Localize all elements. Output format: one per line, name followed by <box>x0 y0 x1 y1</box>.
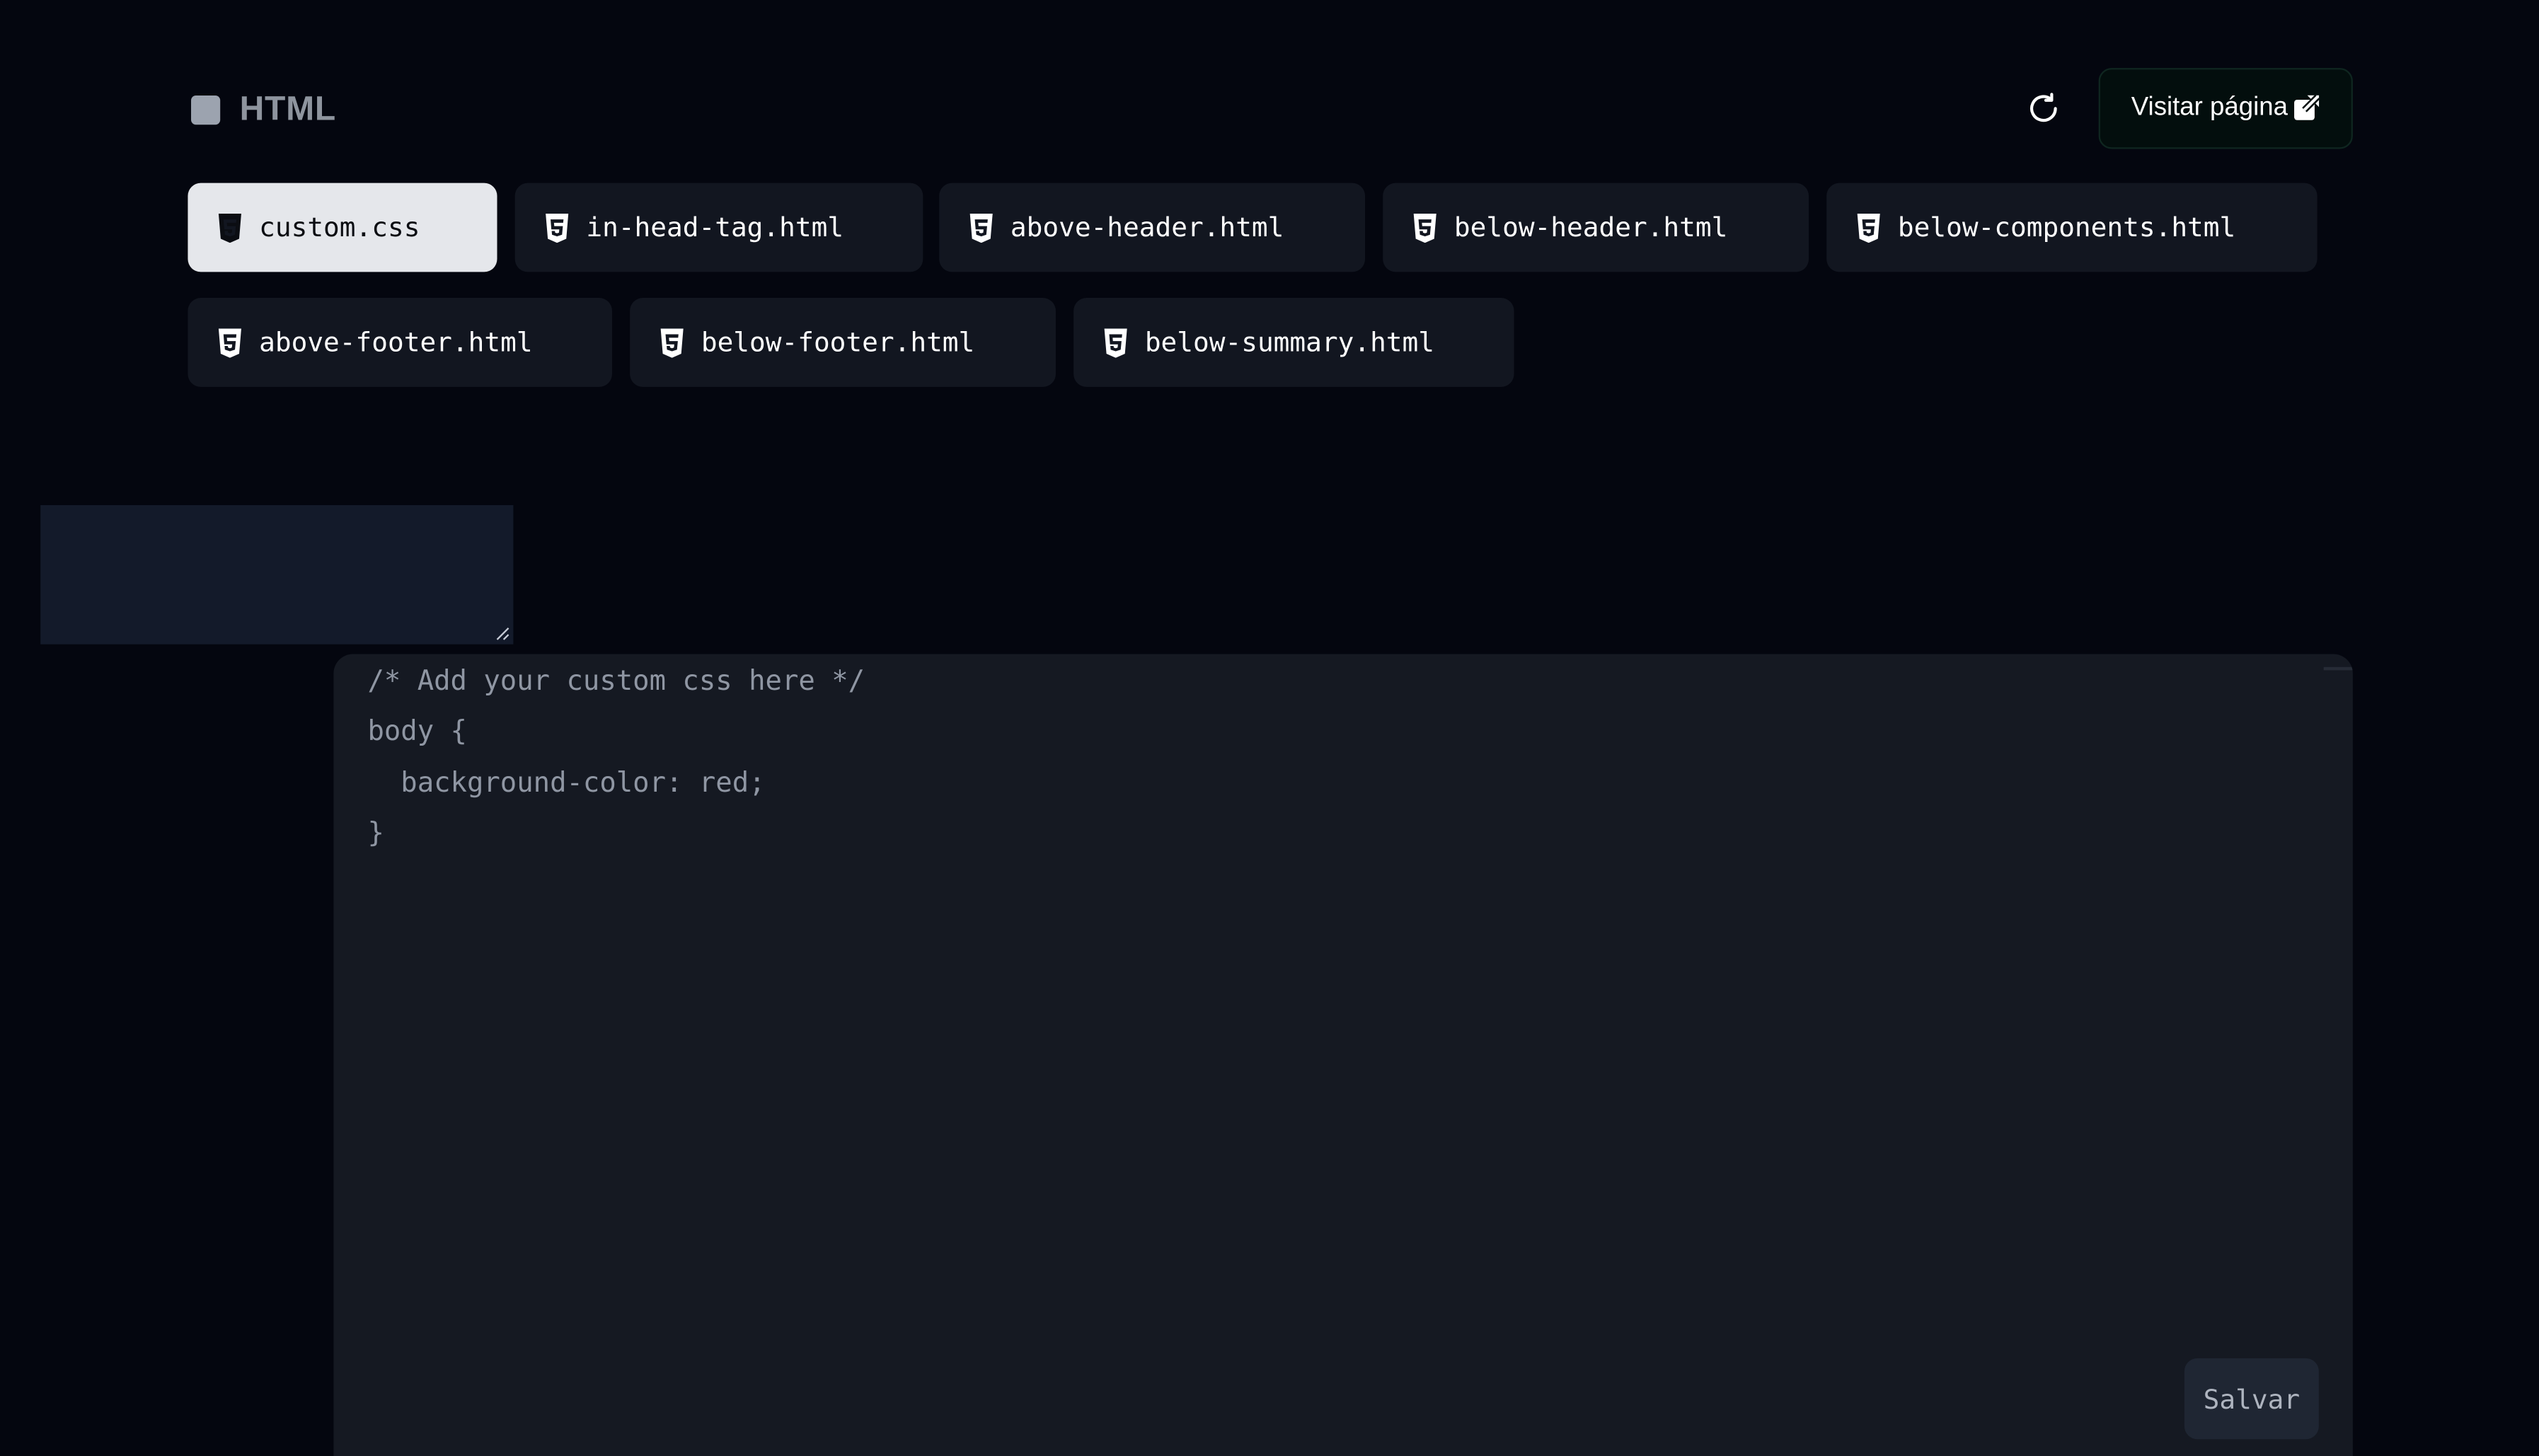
html5-icon <box>217 328 243 357</box>
tab-label: custom.css <box>259 212 420 243</box>
tab-label: below-header.html <box>1453 212 1728 243</box>
file-tabs: custom.css in-head-tag.html above-header… <box>188 183 2357 387</box>
tab-custom-css[interactable]: custom.css <box>188 183 497 272</box>
tab-label: below-components.html <box>1897 212 2236 243</box>
refresh-icon <box>2030 93 2057 122</box>
tab-above-footer[interactable]: above-footer.html <box>188 298 612 387</box>
html5-icon <box>544 212 570 243</box>
tab-below-header[interactable]: below-header.html <box>1383 183 1809 272</box>
visit-page-label: Visitar página <box>2131 93 2288 122</box>
square-icon <box>191 96 221 125</box>
tab-label: below-footer.html <box>701 327 975 358</box>
tab-below-summary[interactable]: below-summary.html <box>1073 298 1514 387</box>
save-button[interactable]: Salvar <box>2184 1358 2319 1440</box>
code-line: } <box>367 817 384 850</box>
brand: HTML <box>191 91 336 129</box>
html5-icon <box>217 212 243 243</box>
editor-scroll-indicator <box>2323 666 2353 671</box>
page-header: HTML Visitar página <box>188 68 2353 149</box>
html5-icon <box>1855 212 1882 243</box>
code-line: /* Add your custom css here */ <box>367 665 865 698</box>
tab-label: above-header.html <box>1010 212 1284 243</box>
page-root: HTML Visitar página custom.css in-head-t… <box>0 0 2539 1456</box>
tab-below-components[interactable]: below-components.html <box>1826 183 2318 272</box>
resizable-panel[interactable] <box>40 504 514 645</box>
page-title: HTML <box>239 91 336 128</box>
code-line: body { <box>367 716 467 749</box>
html5-icon <box>659 328 685 357</box>
tab-above-header[interactable]: above-header.html <box>939 183 1366 272</box>
html5-icon <box>968 212 994 243</box>
external-link-icon <box>2293 94 2320 120</box>
tab-label: in-head-tag.html <box>586 212 844 243</box>
html5-icon <box>1412 212 1438 243</box>
tab-label: below-summary.html <box>1144 327 1435 358</box>
code-editor[interactable]: /* Add your custom css here */ body { ba… <box>333 654 2353 1456</box>
tab-below-footer[interactable]: below-footer.html <box>630 298 1056 387</box>
resize-handle-icon[interactable] <box>495 627 510 642</box>
visit-page-button[interactable]: Visitar página <box>2098 68 2353 149</box>
code-content[interactable]: /* Add your custom css here */ body { ba… <box>367 657 865 860</box>
html5-icon <box>1102 328 1129 357</box>
tab-label: above-footer.html <box>259 327 533 358</box>
refresh-button[interactable] <box>2022 88 2064 129</box>
tab-in-head-tag[interactable]: in-head-tag.html <box>514 183 923 272</box>
code-line: background-color: red; <box>367 766 766 799</box>
